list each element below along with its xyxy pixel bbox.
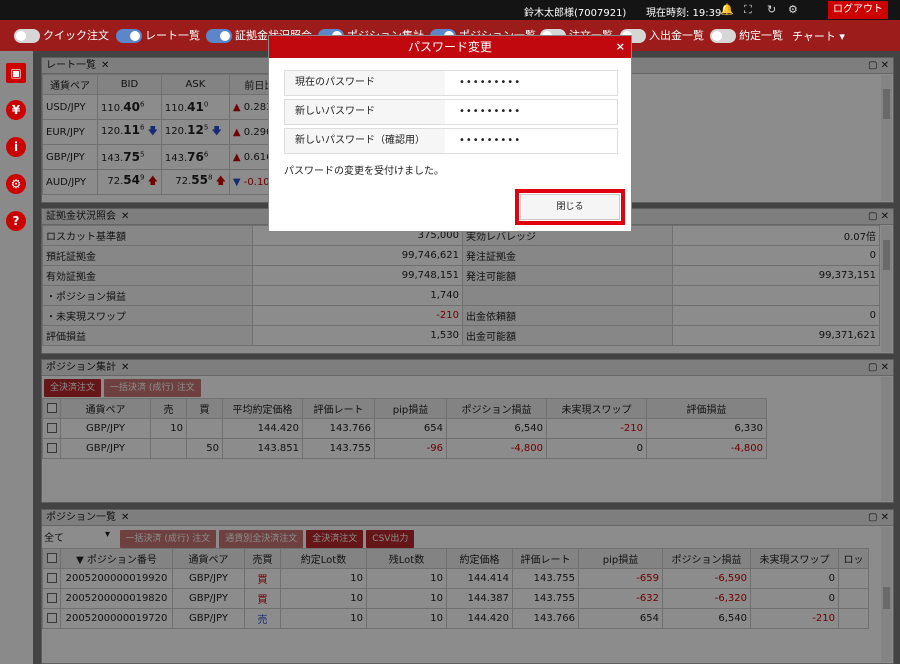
- yen-icon[interactable]: ¥: [6, 100, 26, 120]
- user-name: 鈴木太郎様(7007921): [524, 8, 627, 19]
- dialog-title: パスワード変更: [407, 40, 492, 54]
- chart-menu-label: チャート: [792, 30, 836, 43]
- field-label: 現在のパスワード: [285, 71, 445, 95]
- toggle-quick-order[interactable]: クイック注文: [14, 28, 109, 44]
- toggle-switch[interactable]: [116, 29, 142, 43]
- chart-menu[interactable]: チャート ▾: [792, 28, 845, 44]
- confirm-password-field: 新しいパスワード（確認用） •••••••••: [284, 128, 618, 154]
- chevron-down-icon: ▾: [839, 30, 845, 43]
- sidebar: ▣ ¥ i ⚙ ?: [0, 51, 33, 664]
- top-bar: 鈴木太郎様(7007921) 現在時刻: 19:39 🔔 ⛶ ↻ ⚙ ログアウト: [0, 0, 900, 20]
- toggle-label: レート一覧: [145, 29, 200, 42]
- field-label: 新しいパスワード: [285, 100, 445, 124]
- new-password-input[interactable]: •••••••••: [445, 100, 617, 124]
- current-time: 現在時刻: 19:39: [646, 8, 722, 19]
- toggle-switch[interactable]: [14, 29, 40, 43]
- close-icon[interactable]: ×: [616, 36, 625, 58]
- toggle-deposit-list[interactable]: 入出金一覧: [620, 28, 704, 44]
- toggle-switch[interactable]: [206, 29, 232, 43]
- settings-icon[interactable]: ⚙: [6, 174, 26, 194]
- confirm-password-input[interactable]: •••••••••: [445, 129, 617, 153]
- help-icon[interactable]: ?: [6, 211, 26, 231]
- logout-button[interactable]: ログアウト: [828, 1, 888, 19]
- toggle-label: クイック注文: [43, 29, 109, 42]
- close-button[interactable]: 閉じる: [520, 194, 620, 220]
- bell-icon[interactable]: 🔔: [720, 3, 734, 16]
- refresh-icon[interactable]: ↻: [767, 3, 776, 16]
- new-password-field: 新しいパスワード •••••••••: [284, 99, 618, 125]
- toggle-rate-list[interactable]: レート一覧: [116, 28, 200, 44]
- password-change-dialog: パスワード変更 × 現在のパスワード ••••••••• 新しいパスワード •••••…: [268, 35, 632, 232]
- current-password-input[interactable]: •••••••••: [445, 71, 617, 95]
- current-password-field: 現在のパスワード •••••••••: [284, 70, 618, 96]
- info-icon[interactable]: i: [6, 137, 26, 157]
- field-label: 新しいパスワード（確認用）: [285, 129, 445, 153]
- save-icon[interactable]: ▣: [6, 63, 26, 83]
- toggle-switch[interactable]: [710, 29, 736, 43]
- toggle-label: 約定一覧: [739, 29, 783, 42]
- gear-icon[interactable]: ⚙: [788, 3, 798, 16]
- toggle-execution-list[interactable]: 約定一覧: [710, 28, 783, 44]
- status-message: パスワードの変更を受付けました。: [284, 166, 444, 177]
- toggle-label: 入出金一覧: [649, 29, 704, 42]
- fullscreen-icon[interactable]: ⛶: [744, 3, 752, 17]
- dialog-header: パスワード変更 ×: [269, 36, 631, 58]
